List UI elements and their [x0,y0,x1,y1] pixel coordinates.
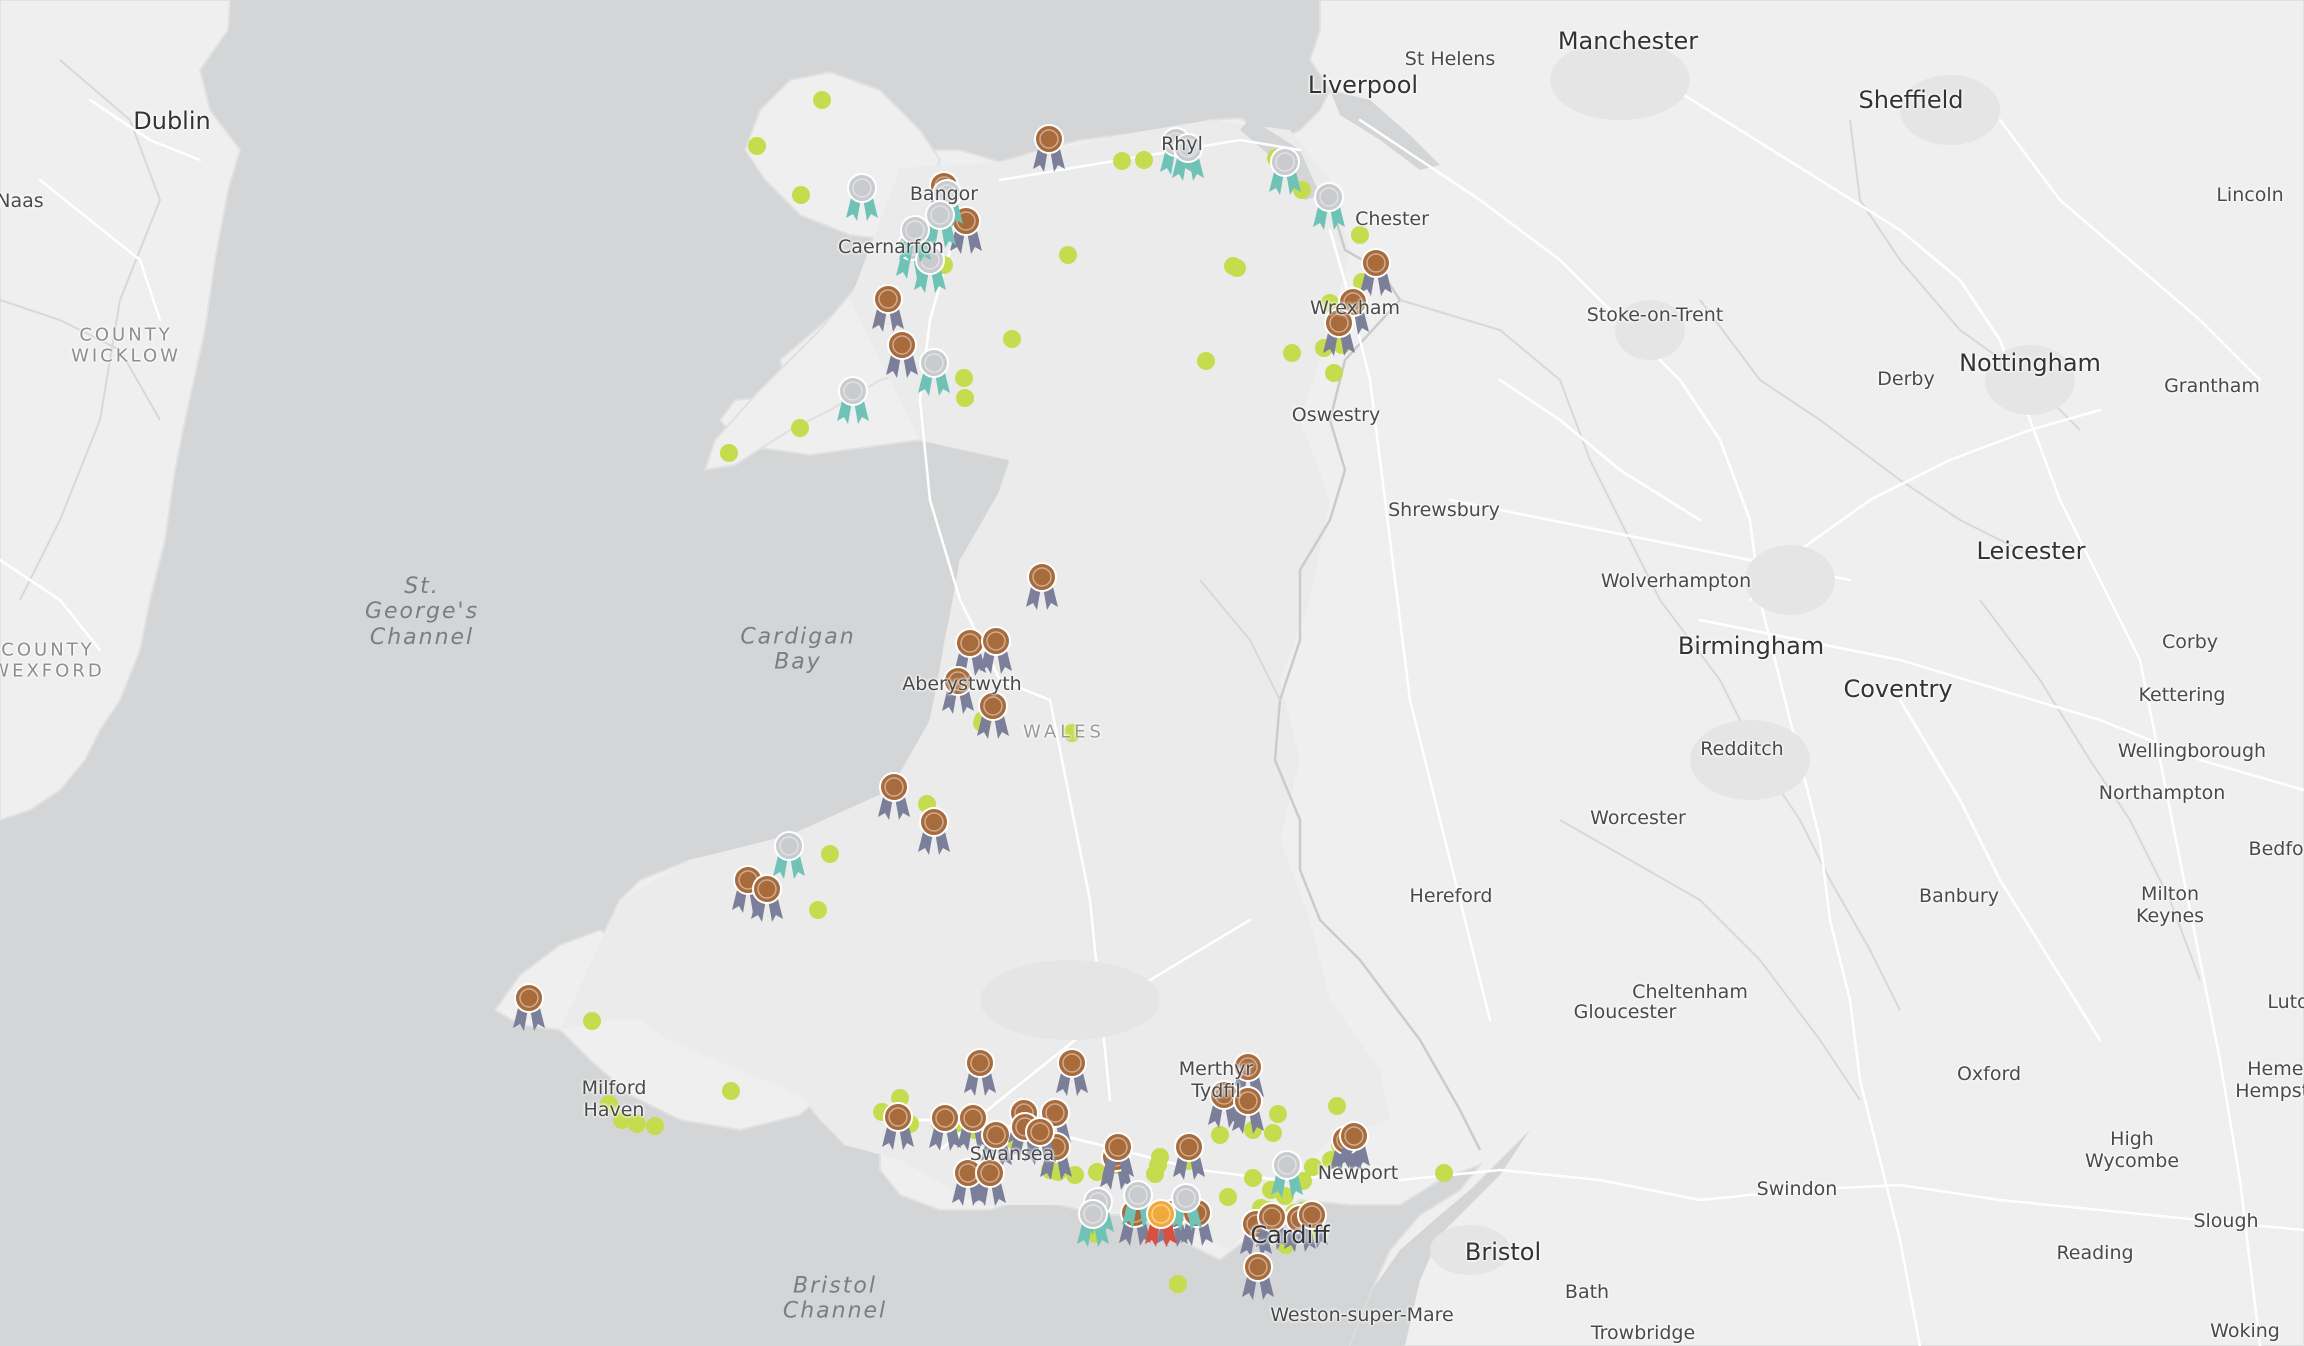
map-view[interactable]: Manchester St Helens Liverpool Sheffield… [0,0,2304,1346]
blue-flag-beach-marker[interactable] [748,137,766,155]
label-coventry: Coventry [1843,675,1953,704]
label-caernarfon: Caernarfon [838,236,944,259]
label-northampton: Northampton [2098,782,2226,805]
label-wolverhampton: Wolverhampton [1600,570,1752,593]
label-cardiff: Cardiff [1250,1221,1330,1250]
label-slough: Slough [2193,1210,2259,1233]
blue-flag-beach-marker[interactable] [792,186,810,204]
blue-flag-beach-marker[interactable] [791,419,809,437]
label-bedford: Bedfor [2248,838,2304,861]
basemap [0,0,2304,1346]
blue-flag-beach-marker[interactable] [1135,151,1153,169]
blue-flag-beach-marker[interactable] [1435,1164,1453,1182]
blue-flag-beach-marker[interactable] [583,1012,601,1030]
blue-flag-beach-marker[interactable] [1211,1126,1229,1144]
label-high-wycombe: High Wycombe [2084,1128,2180,1172]
label-birmingham: Birmingham [1677,632,1825,661]
blue-flag-beach-marker[interactable] [1219,1188,1237,1206]
label-sheffield: Sheffield [1858,86,1964,115]
label-bath: Bath [1564,1281,1610,1304]
blue-flag-beach-marker[interactable] [1283,344,1301,362]
label-swansea: Swansea [969,1143,1055,1166]
label-redditch: Redditch [1700,738,1784,761]
blue-flag-beach-marker[interactable] [1003,330,1021,348]
label-oswestry: Oswestry [1291,404,1381,427]
blue-flag-beach-marker[interactable] [1197,352,1215,370]
label-bangor: Bangor [909,183,979,206]
label-county-wexford: COUNTY WEXFORD [0,639,105,681]
blue-flag-beach-marker[interactable] [955,369,973,387]
label-swindon: Swindon [1756,1178,1838,1201]
label-nottingham: Nottingham [1959,349,2101,378]
label-county-wicklow: COUNTY WICKLOW [71,324,181,366]
blue-flag-beach-marker[interactable] [1328,1097,1346,1115]
blue-flag-beach-marker[interactable] [1325,364,1343,382]
label-trowbridge: Trowbridge [1590,1322,1696,1345]
label-st-helens: St Helens [1404,48,1496,71]
label-worcester: Worcester [1590,807,1686,830]
label-banbury: Banbury [1919,885,1999,908]
label-dublin: Dublin [133,107,211,136]
blue-flag-beach-marker[interactable] [1228,259,1246,277]
label-kettering: Kettering [2138,684,2226,707]
blue-flag-beach-marker[interactable] [809,901,827,919]
label-merthyr-tydfil: Merthyr Tydfil [1178,1058,1254,1102]
blue-flag-beach-marker[interactable] [1059,246,1077,264]
label-cardigan-bay: Cardigan Bay [740,624,856,675]
blue-flag-beach-marker[interactable] [821,845,839,863]
blue-flag-beach-marker[interactable] [813,91,831,109]
blue-flag-beach-marker[interactable] [1269,1105,1287,1123]
label-lincoln: Lincoln [2216,184,2284,207]
label-wrexham: Wrexham [1309,297,1401,320]
label-aberystwyth: Aberystwyth [902,673,1022,696]
blue-flag-beach-marker[interactable] [1264,1124,1282,1142]
label-reading: Reading [2056,1242,2134,1265]
label-leicester: Leicester [1976,537,2086,566]
blue-flag-beach-marker[interactable] [956,389,974,407]
label-hemel-hempstead: Hemel Hempste [2235,1058,2304,1102]
label-oxford: Oxford [1956,1063,2022,1086]
label-luton: Luto [2267,991,2304,1014]
label-st-georges-channel: St. George's Channel [364,574,480,650]
label-wellingborough: Wellingborough [2117,740,2267,763]
label-manchester: Manchester [1557,27,1699,56]
label-milton-keynes: Milton Keynes [2135,883,2205,927]
blue-flag-beach-marker[interactable] [646,1117,664,1135]
label-newport: Newport [1317,1162,1399,1185]
label-corby: Corby [2161,631,2219,654]
label-naas: Naas [0,190,44,213]
label-wales: WALES [1023,721,1105,743]
label-bristol: Bristol [1464,1238,1542,1267]
label-grantham: Grantham [2164,375,2260,398]
blue-flag-beach-marker[interactable] [720,444,738,462]
label-hereford: Hereford [1409,885,1493,908]
blue-flag-beach-marker[interactable] [1169,1275,1187,1293]
label-stoke: Stoke-on-Trent [1586,304,1724,327]
blue-flag-beach-marker[interactable] [1146,1165,1164,1183]
blue-flag-beach-marker[interactable] [1151,1148,1169,1166]
label-derby: Derby [1877,368,1935,391]
label-gloucester: Gloucester [1573,1001,1677,1024]
label-chester: Chester [1355,208,1429,231]
label-liverpool: Liverpool [1307,71,1419,100]
label-woking: Woking [2210,1320,2280,1343]
blue-flag-beach-marker[interactable] [1113,152,1131,170]
label-weston-super-mare: Weston-super-Mare [1270,1304,1454,1327]
label-shrewsbury: Shrewsbury [1388,499,1500,522]
blue-flag-beach-marker[interactable] [722,1082,740,1100]
label-bristol-channel: Bristol Channel [782,1273,888,1324]
blue-flag-beach-marker[interactable] [1244,1169,1262,1187]
label-milford-haven: Milford Haven [581,1077,647,1121]
label-rhyl: Rhyl [1161,133,1203,156]
